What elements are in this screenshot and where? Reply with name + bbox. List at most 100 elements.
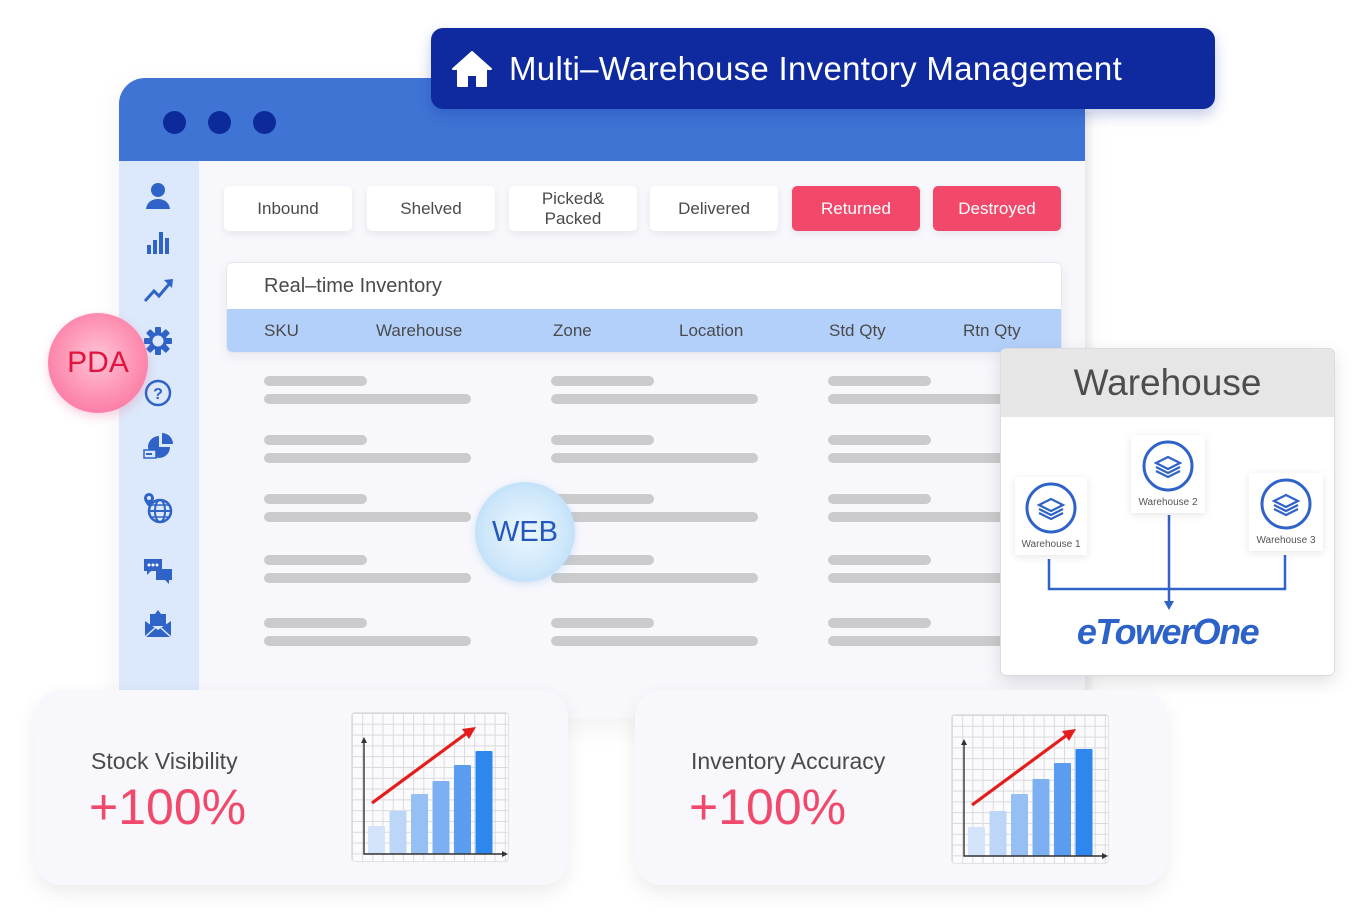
warehouse-node-3[interactable]: Warehouse 3 [1249, 473, 1323, 551]
layers-icon [1025, 482, 1077, 534]
placeholder-line-short [551, 435, 654, 445]
warehouse-node-2[interactable]: Warehouse 2 [1131, 435, 1205, 513]
brand-logo: eTowerOne [1076, 611, 1260, 652]
placeholder-line-short [828, 618, 931, 628]
chart-bar [1011, 794, 1028, 856]
placeholder-line-long [828, 394, 1008, 404]
stat-card-stock-visibility: Stock Visibility +100% [35, 690, 568, 885]
chart-bar [989, 811, 1007, 856]
trend-up-icon[interactable] [141, 273, 175, 307]
pie-chart-icon[interactable] [141, 429, 175, 463]
chart-bar [1032, 779, 1050, 856]
placeholder-line-long [828, 512, 1008, 522]
stat-label: Inventory Accuracy [691, 748, 886, 774]
home-icon [452, 50, 492, 87]
column-header-warehouse[interactable]: Warehouse [376, 321, 462, 341]
column-header-sku[interactable]: SKU [264, 321, 299, 341]
x-axis-arrow [1102, 853, 1108, 859]
placeholder-line-short [828, 494, 931, 504]
growth-chart [951, 714, 1109, 864]
chart-bar [1054, 763, 1071, 856]
placeholder-line-short [551, 376, 654, 386]
inventory-table-header: SKU Warehouse Zone Location Std Qty Rtn … [227, 309, 1061, 352]
column-header-rtn-qty[interactable]: Rtn Qty [963, 321, 1021, 341]
column-header-location[interactable]: Location [679, 321, 743, 341]
svg-text:?: ? [153, 386, 163, 403]
placeholder-line-long [551, 512, 758, 522]
mail-icon[interactable] [141, 607, 175, 641]
placeholder-line-long [264, 453, 471, 463]
placeholder-line-short [264, 494, 367, 504]
growth-chart-svg [361, 727, 508, 857]
trend-arrow-line [371, 731, 468, 805]
chart-bar [432, 781, 450, 854]
stat-label: Stock Visibility [91, 748, 238, 774]
chart-bar [389, 811, 407, 854]
user-icon[interactable] [141, 179, 175, 213]
growth-chart-svg [961, 729, 1108, 859]
placeholder-line-long [264, 394, 471, 404]
chart-bar [968, 827, 985, 856]
placeholder-line-long [828, 453, 1008, 463]
chat-icon[interactable] [141, 553, 175, 587]
growth-chart [351, 712, 509, 862]
placeholder-line-long [551, 394, 758, 404]
warehouse-node-label: Warehouse 1 [1021, 539, 1081, 550]
placeholder-line-short [551, 494, 654, 504]
chart-bar [411, 794, 428, 854]
page-title-banner: Multi–Warehouse Inventory Management [431, 28, 1215, 109]
placeholder-line-long [264, 573, 471, 583]
chip-delivered[interactable]: Delivered [650, 186, 778, 231]
warehouse-node-1[interactable]: Warehouse 1 [1015, 477, 1087, 555]
placeholder-line-short [264, 555, 367, 565]
inventory-panel: Real–time Inventory SKU Warehouse Zone L… [226, 262, 1062, 353]
placeholder-line-short [264, 618, 367, 628]
stat-card-inventory-accuracy: Inventory Accuracy +100% [635, 690, 1167, 885]
chip-destroyed[interactable]: Destroyed [933, 186, 1061, 231]
app-window: ? Inbound Shelved Picked& Packed Deliver… [119, 78, 1085, 718]
chart-bar [475, 751, 493, 854]
y-axis-arrow [961, 739, 967, 745]
sidebar: ? [119, 161, 199, 691]
placeholder-line-short [551, 618, 654, 628]
chip-returned[interactable]: Returned [792, 186, 920, 231]
window-control-dot[interactable] [208, 111, 231, 134]
placeholder-line-short [264, 376, 367, 386]
trend-arrow-head [1062, 729, 1076, 741]
page-title: Multi–Warehouse Inventory Management [509, 49, 1123, 87]
x-axis-arrow [502, 851, 508, 857]
y-axis-arrow [361, 737, 367, 743]
placeholder-line-short [264, 435, 367, 445]
inventory-title: Real–time Inventory [264, 275, 442, 297]
placeholder-line-long [264, 636, 471, 646]
help-icon[interactable]: ? [141, 376, 175, 410]
window-control-dot[interactable] [253, 111, 276, 134]
placeholder-line-short [828, 555, 931, 565]
web-badge: WEB [475, 482, 575, 582]
column-header-std-qty[interactable]: Std Qty [829, 321, 886, 341]
chip-picked-packed[interactable]: Picked& Packed [509, 186, 637, 231]
placeholder-line-short [828, 376, 931, 386]
warehouse-node-label: Warehouse 3 [1256, 535, 1316, 546]
placeholder-line-long [551, 636, 758, 646]
trend-arrow-head [462, 727, 476, 739]
warehouse-card: Warehouse Warehouse 1 Warehouse 2 Wareho… [1000, 348, 1335, 676]
warehouse-node-label: Warehouse 2 [1138, 497, 1198, 508]
chip-inbound[interactable]: Inbound [224, 186, 352, 231]
pda-badge: PDA [48, 313, 148, 413]
layers-icon [1260, 478, 1312, 530]
bar-chart-icon[interactable] [141, 225, 175, 259]
placeholder-line-long [551, 453, 758, 463]
placeholder-line-long [828, 573, 1008, 583]
placeholder-line-short [828, 435, 931, 445]
column-header-zone[interactable]: Zone [553, 321, 592, 341]
stat-value: +100% [689, 779, 847, 835]
placeholder-line-long [828, 636, 1008, 646]
window-control-dot[interactable] [163, 111, 186, 134]
placeholder-line-long [551, 573, 758, 583]
globe-location-icon[interactable] [141, 491, 175, 525]
chart-bar [1075, 749, 1093, 856]
placeholder-line-long [264, 512, 471, 522]
chip-shelved[interactable]: Shelved [367, 186, 495, 231]
stat-value: +100% [89, 779, 247, 835]
